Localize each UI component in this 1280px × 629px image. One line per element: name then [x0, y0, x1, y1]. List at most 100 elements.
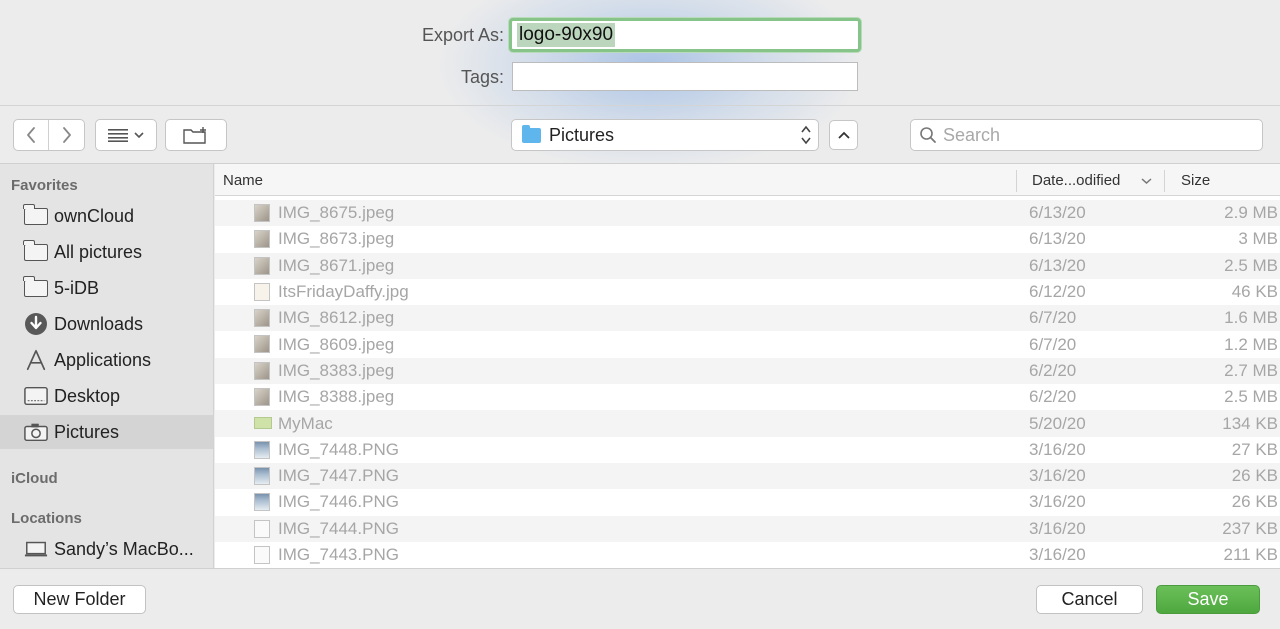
sidebar-item-desktop[interactable]: Desktop [0, 379, 213, 413]
file-rows: IMG_8675.jpeg 6/13/20 2.9 MB IMG_8673.jpeg 6… [215, 200, 1280, 568]
file-thumbnail-icon [254, 417, 272, 430]
file-size: 1.2 MB [1224, 334, 1278, 354]
file-thumbnail-icon [254, 545, 270, 564]
file-thumbnail-icon [254, 440, 270, 459]
search-field[interactable] [910, 119, 1263, 151]
file-size: 26 KB [1231, 492, 1278, 512]
sidebar-item-applications[interactable]: Applications [0, 343, 213, 377]
file-name: IMG_8383.jpeg [278, 360, 395, 380]
file-thumbnail-icon [254, 282, 270, 301]
sidebar-item-pictures[interactable]: Pictures [0, 415, 213, 449]
sidebar-item-label: Downloads [54, 313, 144, 334]
table-row[interactable]: IMG_8675.jpeg 6/13/20 2.9 MB [215, 200, 1280, 227]
file-size: 211 KB [1223, 545, 1278, 564]
file-size: 27 KB [1231, 439, 1278, 459]
file-date: 6/13/20 [1029, 203, 1086, 223]
table-row[interactable]: IMG_7444.PNG 3/16/20 237 KB [215, 515, 1280, 542]
file-name: IMG_8673.jpeg [278, 229, 395, 249]
export-as-label: Export As: [421, 25, 504, 45]
file-date: 3/16/20 [1029, 545, 1086, 564]
file-date: 3/16/20 [1029, 466, 1086, 486]
table-row[interactable]: IMG_8673.jpeg 6/13/20 3 MB [215, 226, 1280, 252]
desktop-icon [24, 386, 48, 406]
cancel-button[interactable]: Cancel [1036, 585, 1143, 614]
file-thumbnail-icon [254, 335, 270, 354]
sidebar-item-label: ownCloud [54, 205, 135, 226]
file-thumbnail-icon [254, 493, 270, 512]
column-size[interactable]: Size [1181, 172, 1210, 189]
file-name: ItsFridayDaffy.jpg [278, 282, 409, 302]
file-size: 237 KB [1222, 518, 1278, 538]
file-date: 6/13/20 [1029, 255, 1086, 275]
search-input[interactable] [943, 124, 1243, 146]
file-date: 3/16/20 [1029, 518, 1086, 538]
favorites-title: Favorites [11, 177, 78, 194]
file-size: 2.5 MB [1224, 255, 1278, 275]
folder-icon [23, 203, 48, 225]
table-row[interactable]: IMG_8609.jpeg 6/7/20 1.2 MB [215, 331, 1280, 357]
new-folder-icon [183, 127, 206, 144]
file-list: Name Date...odified Size IMG_8675.jpeg 6/… [215, 164, 1280, 568]
table-row[interactable]: IMG_8388.jpeg 6/2/20 2.5 MB [215, 384, 1280, 410]
file-thumbnail-icon [254, 361, 270, 380]
file-size: 134 KB [1222, 413, 1278, 433]
file-size: 46 KB [1231, 282, 1278, 302]
table-row[interactable]: ItsFridayDaffy.jpg 6/12/20 46 KB [215, 279, 1280, 305]
export-as-value[interactable]: logo-90x90 [517, 23, 616, 47]
camera-icon [24, 423, 48, 442]
save-dialog: Export As: logo-90x90 Tags: Pictures Sea… [0, 0, 1280, 629]
column-name[interactable]: Name [223, 172, 263, 189]
view-options-button[interactable] [95, 119, 157, 151]
file-name: IMG_8675.jpeg [278, 203, 395, 223]
file-name: IMG_7444.PNG [278, 518, 399, 538]
export-header: Export As: logo-90x90 Tags: [0, 0, 1280, 106]
table-row[interactable]: MyMac 5/20/20 134 KB [215, 410, 1280, 437]
sidebar-item-macbook[interactable]: Sandy’s MacBo... [0, 532, 213, 566]
laptop-icon [24, 541, 48, 557]
expand-collapse-button[interactable] [829, 120, 858, 150]
export-as-field[interactable]: logo-90x90 [509, 18, 861, 52]
back-button[interactable] [14, 120, 50, 150]
save-button[interactable]: Save [1156, 585, 1260, 614]
file-date: 6/13/20 [1029, 229, 1086, 249]
table-row[interactable]: IMG_7446.PNG 3/16/20 26 KB [215, 489, 1280, 515]
table-row[interactable]: IMG_8383.jpeg 6/2/20 2.7 MB [215, 357, 1280, 385]
chevron-left-icon [27, 127, 35, 143]
table-row[interactable]: IMG_7447.PNG 3/16/20 26 KB [215, 462, 1280, 490]
file-date: 6/7/20 [1029, 308, 1077, 328]
sidebar-item-all-pictures[interactable]: All pictures [0, 235, 213, 269]
locations-title: Locations [11, 510, 82, 527]
icloud-title: iCloud [11, 470, 58, 487]
sidebar-item-owncloud[interactable]: ownCloud [0, 199, 213, 233]
file-date: 3/16/20 [1029, 439, 1086, 459]
updown-arrows-icon [801, 125, 811, 145]
file-date: 6/12/20 [1029, 282, 1086, 302]
file-thumbnail-icon [254, 388, 270, 407]
chevron-up-icon [837, 131, 850, 139]
file-name: IMG_8671.jpeg [278, 255, 395, 275]
sidebar-item-downloads[interactable]: Downloads [0, 307, 213, 341]
file-size: 3 MB [1238, 229, 1278, 249]
folder-icon [23, 275, 48, 297]
table-row[interactable]: IMG_8612.jpeg 6/7/20 1.6 MB [215, 305, 1280, 332]
file-thumbnail-icon [254, 256, 270, 275]
file-name: MyMac [278, 413, 333, 433]
file-date: 5/20/20 [1029, 413, 1086, 433]
column-date-modified[interactable]: Date...odified [1032, 172, 1120, 189]
table-row[interactable]: IMG_8671.jpeg 6/13/20 2.5 MB [215, 252, 1280, 279]
forward-button[interactable] [49, 120, 84, 150]
new-folder-toolbar-button[interactable] [165, 119, 227, 151]
sidebar-item-5-idb[interactable]: 5-iDB [0, 271, 213, 305]
file-name: IMG_7446.PNG [278, 492, 399, 512]
tags-field[interactable] [512, 62, 858, 91]
table-row[interactable]: IMG_7448.PNG 3/16/20 27 KB [215, 437, 1280, 463]
file-date: 3/16/20 [1029, 492, 1086, 512]
new-folder-button[interactable]: New Folder [13, 585, 146, 614]
list-view-icon [108, 129, 128, 142]
file-size: 26 KB [1231, 466, 1278, 486]
toolbar: Pictures [0, 106, 1280, 164]
table-row[interactable]: IMG_7443.PNG 3/16/20 211 KB [215, 542, 1280, 568]
file-name: IMG_7447.PNG [278, 466, 399, 486]
downloads-icon [25, 313, 47, 335]
location-popup[interactable]: Pictures [511, 119, 819, 151]
